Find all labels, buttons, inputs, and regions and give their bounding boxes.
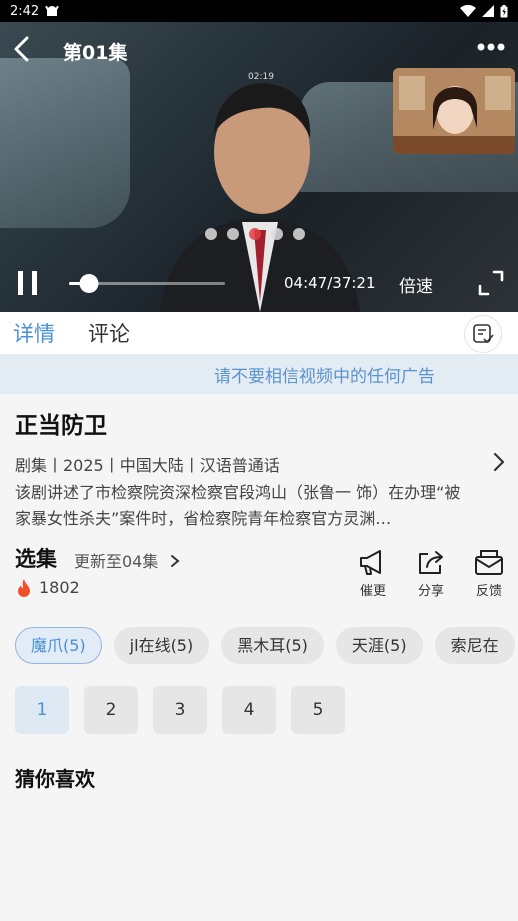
- wifi-icon: [460, 5, 476, 17]
- heat-count: 1802: [15, 578, 80, 597]
- speed-button[interactable]: 倍速: [399, 272, 433, 297]
- source-chip[interactable]: 天涯(5): [335, 627, 423, 664]
- player-top-bar: 第01集: [0, 26, 518, 70]
- signal-icon: [482, 5, 494, 17]
- android-icon: [45, 5, 60, 16]
- episode-button[interactable]: 5: [291, 686, 345, 734]
- more-options-icon[interactable]: [476, 40, 506, 54]
- megaphone-icon: [360, 550, 381, 575]
- source-chips: 魔爪(5) jl在线(5) 黑木耳(5) 天涯(5) 索尼在: [15, 627, 518, 665]
- video-pip-inset: [393, 68, 515, 154]
- status-bar: 2:42: [0, 0, 518, 22]
- notes-button[interactable]: [464, 315, 502, 353]
- episode-grid: 1 2 3 4 5: [15, 686, 345, 734]
- source-chip[interactable]: 魔爪(5): [15, 627, 102, 664]
- show-meta: 剧集丨2025丨中国大陆丨汉语普通话: [15, 456, 280, 475]
- fullscreen-icon[interactable]: [478, 270, 504, 296]
- pause-icon[interactable]: [14, 268, 42, 298]
- show-description: 该剧讲述了市检察院资深检察官段鸿山（张鲁一 饰）在办理“被家暴女性杀夫”案件时，…: [15, 483, 461, 528]
- time-display: 04:47/37:21: [284, 274, 376, 292]
- video-inner-time: 02:19: [248, 72, 274, 82]
- heat-value: 1802: [39, 578, 80, 597]
- ad-warning-text: 请不要相信视频中的任何广告: [214, 366, 435, 387]
- urge-update-label: 催更: [359, 584, 386, 599]
- episode-button[interactable]: 4: [222, 686, 276, 734]
- video-call-buttons: [205, 228, 305, 240]
- chevron-right-icon[interactable]: [489, 451, 509, 473]
- player-controls: 04:47/37:21 倍速: [0, 262, 518, 308]
- episode-button[interactable]: 3: [153, 686, 207, 734]
- share-icon: [419, 551, 443, 574]
- show-title: 正当防卫: [15, 413, 107, 439]
- share-label: 分享: [417, 584, 444, 599]
- mail-icon: [475, 550, 503, 575]
- status-time: 2:42: [10, 3, 40, 19]
- episodes-header: 选集 更新至04集: [15, 543, 181, 573]
- source-chip[interactable]: 黑木耳(5): [221, 627, 324, 664]
- show-info[interactable]: 正当防卫 剧集丨2025丨中国大陆丨汉语普通话 该剧讲述了市检察院资深检察官段鸿…: [15, 406, 475, 532]
- urge-update-button[interactable]: 催更: [353, 548, 393, 599]
- back-arrow-icon[interactable]: [10, 36, 36, 62]
- recommendations-title: 猜你喜欢: [15, 767, 95, 791]
- episode-title: 第01集: [63, 42, 128, 64]
- episodes-label: 选集: [15, 547, 57, 571]
- source-chip[interactable]: 索尼在: [434, 627, 515, 664]
- progress-bar[interactable]: [69, 274, 225, 293]
- battery-icon: [500, 4, 508, 17]
- video-car-window: [0, 58, 130, 228]
- flame-icon: [18, 579, 30, 597]
- update-status-link[interactable]: 更新至04集: [74, 548, 181, 572]
- feedback-label: 反馈: [475, 584, 502, 599]
- progress-knob[interactable]: [79, 274, 99, 293]
- share-button[interactable]: 分享: [411, 548, 451, 599]
- feedback-button[interactable]: 反馈: [469, 548, 509, 599]
- notes-check-icon: [473, 324, 494, 344]
- ad-warning-notice: 请不要相信视频中的任何广告: [0, 354, 518, 394]
- tab-comment[interactable]: 评论: [88, 318, 130, 348]
- tab-detail[interactable]: 详情: [13, 318, 55, 348]
- episode-button[interactable]: 2: [84, 686, 138, 734]
- update-status-text: 更新至04集: [74, 552, 159, 571]
- source-chip[interactable]: jl在线(5): [113, 627, 210, 664]
- detail-tabs: 详情 评论: [0, 312, 518, 354]
- episode-button[interactable]: 1: [15, 686, 69, 734]
- chevron-right-small-icon: [171, 555, 181, 567]
